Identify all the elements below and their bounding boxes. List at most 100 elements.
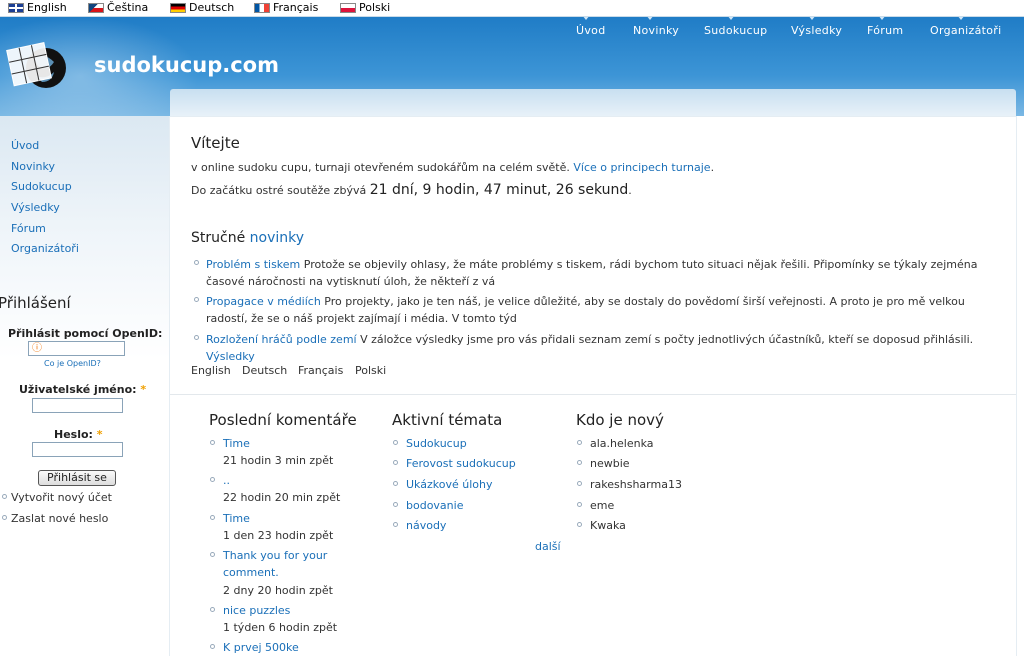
lang-english[interactable]: English bbox=[8, 1, 67, 15]
bullet-icon bbox=[210, 644, 215, 649]
openid-help-link[interactable]: Co je OpenID? bbox=[44, 359, 101, 368]
news-item-link[interactable]: Propagace v médiích bbox=[206, 295, 321, 308]
topnav-forum[interactable]: Fórum bbox=[867, 24, 903, 37]
comment-ago: 21 hodin 3 min zpět bbox=[223, 454, 334, 467]
bullet-icon bbox=[577, 481, 582, 486]
password-label: Heslo: * bbox=[54, 428, 103, 441]
comment-ago: 22 hodin 20 min zpět bbox=[223, 491, 341, 504]
topnav-uvod[interactable]: Úvod bbox=[576, 24, 605, 37]
intro-end: . bbox=[710, 161, 715, 174]
bullet-icon bbox=[194, 260, 199, 265]
openid-input[interactable]: ⓘ bbox=[28, 341, 125, 356]
sidebar-item-vysledky[interactable]: Výsledky bbox=[11, 201, 60, 214]
sidebar-item-novinky[interactable]: Novinky bbox=[11, 160, 55, 173]
news-lang-francais[interactable]: Français bbox=[298, 364, 343, 377]
lang-polish[interactable]: Polski bbox=[340, 1, 390, 15]
bullet-icon bbox=[194, 297, 199, 302]
lang-label: Čeština bbox=[107, 1, 149, 14]
results-link[interactable]: Výsledky bbox=[206, 350, 255, 363]
bullet-icon bbox=[393, 502, 398, 507]
bullet-icon bbox=[393, 440, 398, 445]
globe-grid-logo-icon[interactable] bbox=[6, 34, 70, 98]
password-input[interactable] bbox=[32, 442, 123, 457]
countdown-end: . bbox=[628, 184, 632, 197]
sidebar-item-sudokucup[interactable]: Sudokucup bbox=[11, 180, 72, 193]
comment-link[interactable]: K prvej 500ke bbox=[223, 639, 299, 656]
news-item-text: V záložce výsledky jsme pro vás přidali … bbox=[356, 333, 974, 346]
lang-german[interactable]: Deutsch bbox=[170, 1, 234, 15]
topic-link[interactable]: návody bbox=[406, 517, 446, 534]
news-item-link[interactable]: Problém s tiskem bbox=[206, 258, 300, 271]
news-item: Propagace v médiích Pro projekty, jako j… bbox=[206, 293, 996, 327]
countdown-prefix: Do začátku ostré soutěže zbývá bbox=[191, 184, 367, 197]
topics-more-link[interactable]: další bbox=[535, 538, 561, 555]
comment-link[interactable]: .. bbox=[223, 472, 230, 489]
openid-label: Přihlásit pomocí OpenID: bbox=[8, 327, 163, 340]
german-flag-icon bbox=[170, 3, 186, 13]
username-label-text: Uživatelské jméno: bbox=[19, 383, 137, 396]
news-item-link[interactable]: Rozložení hráčů podle zemí bbox=[206, 333, 357, 346]
newuser-name: Kwaka bbox=[590, 519, 626, 532]
site-name[interactable]: sudokucup.com bbox=[94, 53, 279, 77]
bullet-icon bbox=[210, 552, 215, 557]
topnav-vysledky[interactable]: Výsledky bbox=[791, 24, 842, 37]
comment-link[interactable]: nice puzzles bbox=[223, 602, 290, 619]
divider bbox=[170, 394, 1016, 395]
news-title: Stručné novinky bbox=[191, 230, 304, 246]
comment-link[interactable]: Time bbox=[223, 435, 250, 452]
countdown: Do začátku ostré soutěže zbývá 21 dní, 9… bbox=[191, 182, 632, 199]
news-item: Problém s tiskem Protože se objevily ohl… bbox=[206, 256, 996, 290]
newuser-name: ala.helenka bbox=[590, 437, 654, 450]
required-mark: * bbox=[140, 383, 147, 396]
news-lang-polski[interactable]: Polski bbox=[355, 364, 386, 377]
topic-link[interactable]: Ferovost sudokucup bbox=[406, 455, 516, 472]
lang-label: Polski bbox=[359, 1, 391, 14]
news-item-text: Pro projekty, jako je ten náš, je velice… bbox=[206, 295, 965, 325]
rules-link[interactable]: Více o principech turnaje bbox=[573, 161, 710, 174]
comments-title: Poslední komentáře bbox=[209, 411, 357, 429]
topnav-novinky[interactable]: Novinky bbox=[633, 24, 679, 37]
sidebar-item-uvod[interactable]: Úvod bbox=[11, 139, 39, 152]
welcome-intro-text: v online sudoku cupu, turnaji otevřeném … bbox=[191, 161, 570, 174]
comment-link[interactable]: Thank you for your comment. bbox=[223, 547, 343, 581]
lang-label: English bbox=[27, 1, 67, 14]
lang-french[interactable]: Français bbox=[254, 1, 318, 15]
required-mark: * bbox=[96, 428, 103, 441]
topnav-organizatori[interactable]: Organizátoři bbox=[930, 24, 1001, 37]
bullet-icon bbox=[577, 460, 582, 465]
sidebar-item-forum[interactable]: Fórum bbox=[11, 222, 46, 235]
comment-ago: 1 den 23 hodin zpět bbox=[223, 529, 334, 542]
welcome-intro: v online sudoku cupu, turnaji otevřeném … bbox=[191, 161, 714, 174]
create-account-link[interactable]: Vytvořit nový účet bbox=[11, 491, 112, 504]
openid-icon: ⓘ bbox=[32, 343, 42, 354]
countdown-value: 21 dní, 9 hodin, 47 minut, 26 sekund bbox=[369, 182, 629, 198]
welcome-title: Vítejte bbox=[191, 134, 240, 152]
newuser-name: rakeshsharma13 bbox=[590, 478, 682, 491]
uk-flag-icon bbox=[8, 3, 24, 13]
czech-flag-icon bbox=[88, 3, 104, 13]
topic-link[interactable]: Ukázkové úlohy bbox=[406, 476, 492, 493]
bullet-icon bbox=[393, 522, 398, 527]
sidebar-item-organizatori[interactable]: Organizátoři bbox=[11, 242, 79, 255]
topic-link[interactable]: Sudokucup bbox=[406, 435, 467, 452]
news-title-plain: Stručné bbox=[191, 230, 246, 246]
topnav-sudokucup[interactable]: Sudokucup bbox=[704, 24, 767, 37]
bullet-icon bbox=[2, 515, 7, 520]
bullet-icon bbox=[577, 440, 582, 445]
login-button[interactable]: Přihlásit se bbox=[38, 470, 116, 486]
news-item-text: Protože se objevily ohlasy, že máte prob… bbox=[206, 258, 978, 288]
lang-label: Français bbox=[273, 1, 319, 14]
comment-link[interactable]: Time bbox=[223, 510, 250, 527]
news-lang-english[interactable]: English bbox=[191, 364, 231, 377]
language-bar: English Čeština Deutsch Français Polski bbox=[0, 0, 1024, 17]
bullet-icon bbox=[393, 460, 398, 465]
topic-link[interactable]: bodovanie bbox=[406, 497, 463, 514]
lang-czech[interactable]: Čeština bbox=[88, 1, 148, 15]
bullet-icon bbox=[393, 481, 398, 486]
news-lang-deutsch[interactable]: Deutsch bbox=[242, 364, 287, 377]
username-input[interactable] bbox=[32, 398, 123, 413]
comment-ago: 2 dny 20 hodin zpět bbox=[223, 584, 333, 597]
news-title-link[interactable]: novinky bbox=[250, 230, 304, 246]
new-password-link[interactable]: Zaslat nové heslo bbox=[11, 512, 108, 525]
bullet-icon bbox=[577, 522, 582, 527]
